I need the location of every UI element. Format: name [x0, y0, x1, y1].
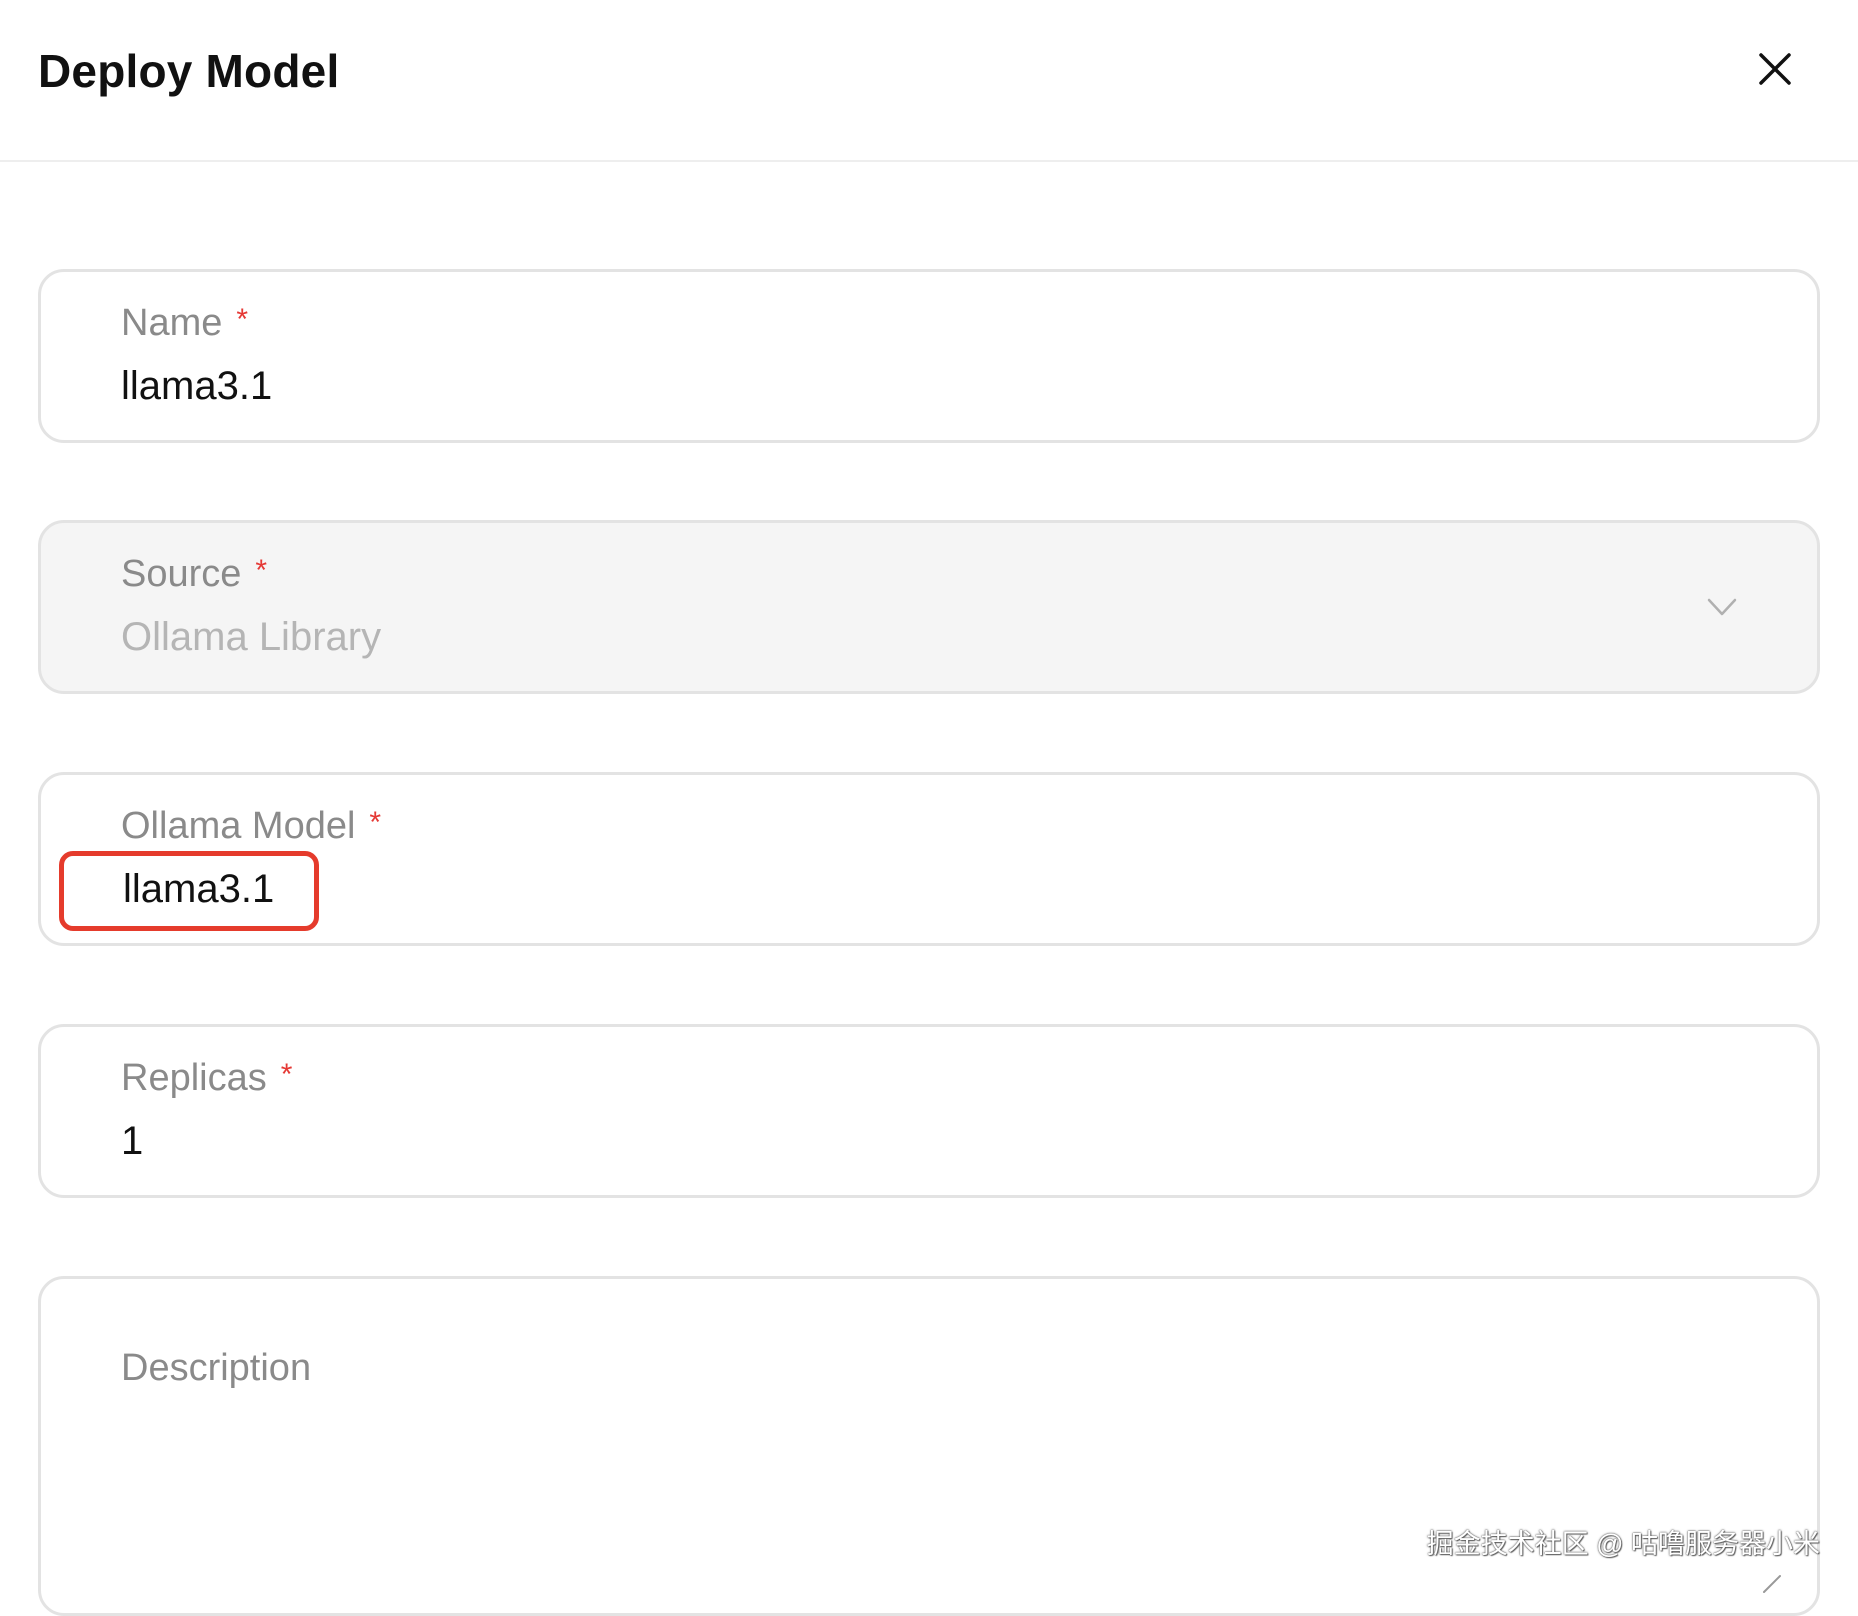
- required-asterisk: *: [280, 1058, 293, 1091]
- chevron-down-icon[interactable]: [1705, 595, 1739, 619]
- ollama-model-label-text: Ollama Model: [121, 805, 356, 847]
- replicas-label-text: Replicas: [121, 1057, 267, 1099]
- close-icon: [1759, 53, 1791, 85]
- ollama-model-label: Ollama Model *: [121, 805, 381, 848]
- replicas-label: Replicas *: [121, 1057, 292, 1100]
- source-value: Ollama Library: [121, 615, 382, 659]
- dialog-title: Deploy Model: [38, 45, 340, 97]
- source-label-text: Source: [121, 553, 242, 595]
- description-label: Description: [121, 1347, 312, 1389]
- resize-handle-icon[interactable]: [1760, 1574, 1782, 1594]
- replicas-input[interactable]: 1: [121, 1119, 143, 1164]
- required-asterisk: *: [369, 806, 382, 839]
- watermark: 掘金技术社区 @ 咕噜服务器小米: [1426, 1529, 1820, 1559]
- dialog-header: Deploy Model: [0, 0, 1858, 162]
- source-select[interactable]: Source * Ollama Library: [38, 520, 1820, 694]
- name-label: Name *: [121, 302, 248, 345]
- required-asterisk: *: [236, 303, 249, 336]
- replicas-field[interactable]: Replicas * 1: [38, 1024, 1820, 1198]
- ollama-model-input[interactable]: llama3.1: [123, 867, 274, 912]
- name-field[interactable]: Name * llama3.1: [38, 269, 1820, 443]
- description-textarea[interactable]: Description: [38, 1276, 1820, 1616]
- required-asterisk: *: [255, 554, 268, 587]
- ollama-model-field[interactable]: Ollama Model * llama3.1: [38, 772, 1820, 946]
- source-label: Source *: [121, 553, 267, 596]
- name-label-text: Name: [121, 302, 223, 344]
- close-button[interactable]: [1750, 44, 1800, 94]
- name-input[interactable]: llama3.1: [121, 364, 272, 409]
